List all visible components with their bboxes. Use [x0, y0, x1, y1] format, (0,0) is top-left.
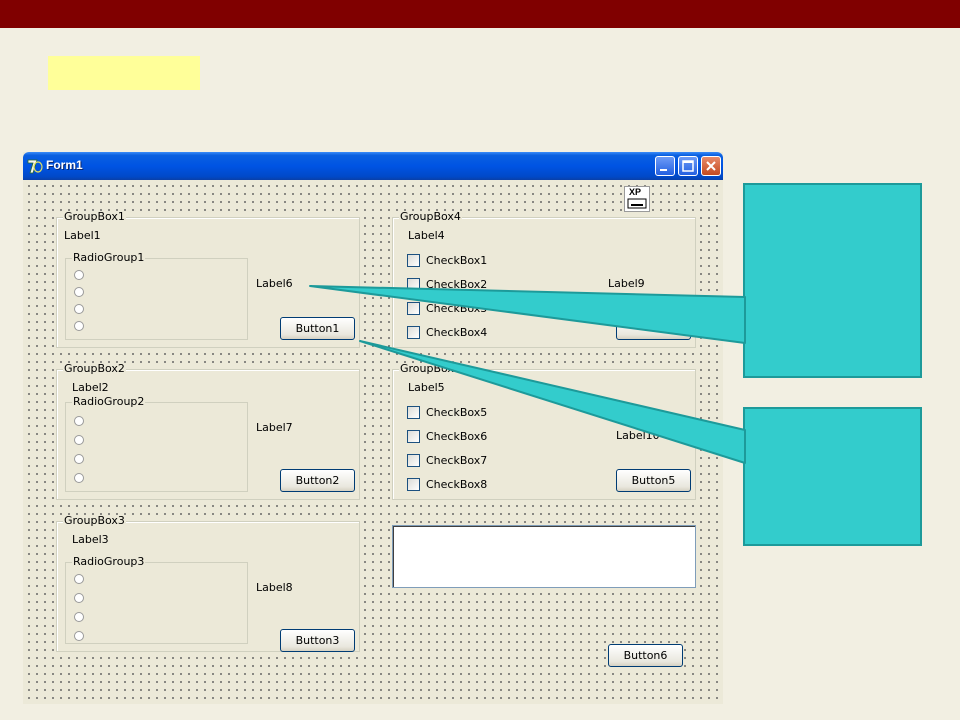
- callout-pointer-top: [309, 285, 746, 344]
- callout-pointer-bottom: [359, 340, 746, 464]
- callout-pointers: [309, 285, 746, 464]
